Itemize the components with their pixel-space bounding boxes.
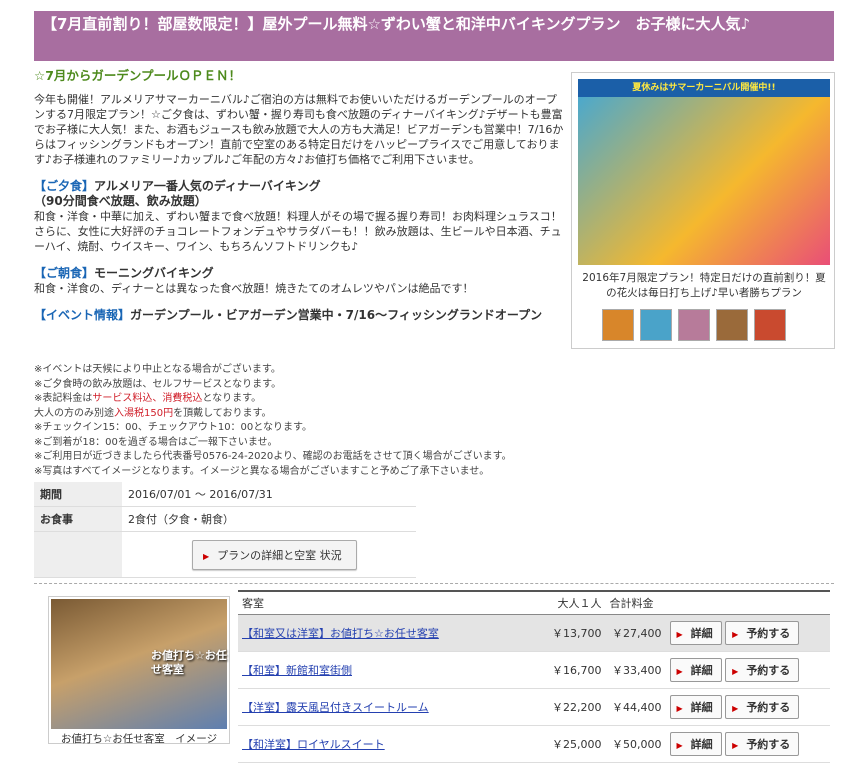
period-label: 期間 <box>34 482 122 507</box>
dinner-heading: アルメリア一番人気のディナーバイキング <box>94 179 321 193</box>
adult-price: ￥25,000 <box>548 725 606 763</box>
play-triangle-icon: ▶ <box>676 667 683 676</box>
detail-button[interactable]: ▶ 詳細 <box>669 732 722 756</box>
room-image-overlay: お値打ち☆お任せ客室 <box>151 649 227 676</box>
promo-thumbnails <box>602 309 786 341</box>
thumbnail[interactable] <box>716 309 748 341</box>
thumbnail[interactable] <box>602 309 634 341</box>
promo-panel: 夏休みはサマーカーニバル開催中!! 2016年7月限定プラン！特定日だけの直前割… <box>571 72 835 349</box>
meal-label: お食事 <box>34 506 122 532</box>
adult-price-header: 大人１人 <box>548 590 606 615</box>
event-heading: ガーデンプール・ビアガーデン営業中・7/16〜フィッシングランドオープン <box>130 308 543 322</box>
detail-button[interactable]: ▶ 詳細 <box>669 621 722 645</box>
room-table: 客室 大人１人 合計料金 【和室又は洋室】お値打ち☆お任せ客室 ￥13,700 … <box>238 590 830 763</box>
note-item: ※ご夕食時の飲み放題は、セルフサービスとなります。 <box>34 378 282 390</box>
play-triangle-icon: ▶ <box>732 741 739 750</box>
plan-detail-button[interactable]: ▶ プランの詳細と空室 状況 <box>192 539 357 570</box>
thumbnail[interactable] <box>754 309 786 341</box>
play-triangle-icon: ▶ <box>732 704 739 713</box>
promo-banner: 夏休みはサマーカーニバル開催中!! <box>578 79 830 97</box>
room-header: 客室 <box>238 590 548 615</box>
reserve-button[interactable]: ▶ 予約する <box>725 621 800 645</box>
play-triangle-icon: ▶ <box>203 551 210 561</box>
promo-image[interactable]: 夏休みはサマーカーニバル開催中!! <box>578 79 830 265</box>
thumbnail[interactable] <box>640 309 672 341</box>
room-link[interactable]: 【和室又は洋室】お値打ち☆お任せ客室 <box>242 627 439 640</box>
note-item: ※ご利用日が近づきましたら代表番号0576-24-2020より、確認のお電話をさ… <box>34 451 512 462</box>
note-item: ※ご到着が18：00を過ぎる場合はご一報下さいませ。 <box>34 436 278 448</box>
dinner-subheading: （90分間食べ放題、飲み放題） <box>34 194 207 208</box>
note-item: ※写真はすべてイメージとなります。イメージと異なる場合がございますこと予めご了承… <box>34 465 490 477</box>
breakfast-heading: モーニングバイキング <box>94 266 214 280</box>
room-image-panel: お値打ち☆お任せ客室 お値打ち☆お任せ客室 イメージ <box>48 596 230 745</box>
dinner-text: 和食・洋食・中華に加え、ずわい蟹まで食べ放題！料理人がその場で握る握り寿司！お肉… <box>34 210 562 253</box>
note-item: ※表記料金はサービス料込、消費税込となります。 <box>34 393 262 404</box>
play-triangle-icon: ▶ <box>676 630 683 639</box>
note-item: ※チェックイン15：00、チェックアウト10：00となります。 <box>34 422 312 433</box>
thumbnail[interactable] <box>678 309 710 341</box>
period-value: 2016/07/01 ～ 2016/07/31 <box>122 482 416 507</box>
reserve-button[interactable]: ▶ 予約する <box>725 658 800 682</box>
adult-price: ￥22,200 <box>548 688 606 726</box>
meal-value: 2食付（夕食・朝食） <box>122 506 416 532</box>
table-row: 【和室又は洋室】お値打ち☆お任せ客室 ￥13,700 ￥27,400 ▶ 詳細 ▶… <box>238 614 830 652</box>
room-link[interactable]: 【和洋室】ロイヤルスイート <box>242 738 385 751</box>
play-triangle-icon: ▶ <box>676 704 683 713</box>
play-triangle-icon: ▶ <box>732 667 739 676</box>
plan-subheading: ☆7月からガーデンプールＯＰＥＮ！ <box>34 68 242 83</box>
total-price-header: 合計料金 <box>605 590 666 615</box>
adult-price: ￥16,700 <box>548 651 606 689</box>
breakfast-label: 【ご朝食】 <box>34 266 95 280</box>
dinner-label: 【ご夕食】 <box>34 179 95 193</box>
promo-caption: 2016年7月限定プラン！特定日だけの直前割り！夏の花火は毎日打ち上げ♪早い者勝… <box>582 272 826 299</box>
note-item: ※イベントは天候により中止となる場合がございます。 <box>34 364 281 375</box>
plan-title: 【7月直前割り！部屋数限定！】屋外プール無料☆ずわい蟹と和洋中バイキングプラン … <box>34 11 834 61</box>
adult-price: ￥13,700 <box>548 614 606 652</box>
notes-list: ※イベントは天候により中止となる場合がございます。 ※ご夕食時の飲み放題は、セル… <box>34 363 574 479</box>
reserve-button[interactable]: ▶ 予約する <box>725 732 800 756</box>
detail-button[interactable]: ▶ 詳細 <box>669 695 722 719</box>
section-divider <box>34 583 834 584</box>
note-item: 大人の方のみ別途入湯税150円を頂戴しております。 <box>34 407 272 419</box>
table-row: 【洋室】露天風呂付きスイートルーム ￥22,200 ￥44,400 ▶ 詳細 ▶ 予… <box>238 688 830 726</box>
room-image[interactable]: お値打ち☆お任せ客室 <box>51 599 227 729</box>
room-image-caption: お値打ち☆お任せ客室 イメージ <box>60 733 218 745</box>
room-link[interactable]: 【洋室】露天風呂付きスイートルーム <box>242 701 429 714</box>
reserve-button[interactable]: ▶ 予約する <box>725 695 800 719</box>
event-section: 【イベント情報】ガーデンプール・ビアガーデン営業中・7/16〜フィッシングランド… <box>34 308 564 323</box>
play-triangle-icon: ▶ <box>732 630 739 639</box>
event-label: 【イベント情報】 <box>34 308 131 322</box>
plan-info-table: 期間 2016/07/01 ～ 2016/07/31 お食事 2食付（夕食・朝食… <box>34 482 416 578</box>
play-triangle-icon: ▶ <box>676 741 683 750</box>
intro-text: 今年も開催！アルメリアサマーカーニバル♪ご宿泊の方は無料でお使いいただけるガーデ… <box>34 93 564 166</box>
table-row: 【和洋室】ロイヤルスイート ￥25,000 ￥50,000 ▶ 詳細 ▶ 予約する <box>238 725 830 763</box>
total-price: ￥27,400 <box>605 614 666 652</box>
total-price: ￥33,400 <box>605 651 666 689</box>
plan-description: ☆7月からガーデンプールＯＰＥＮ！ 今年も開催！アルメリアサマーカーニバル♪ご宿… <box>34 68 564 323</box>
total-price: ￥44,400 <box>605 688 666 726</box>
table-row: 【和室】新館和室街側 ￥16,700 ￥33,400 ▶ 詳細 ▶ 予約する <box>238 651 830 689</box>
breakfast-text: 和食・洋食の、ディナーとは異なった食べ放題！焼きたてのオムレツやパンは絶品です！ <box>34 282 474 295</box>
dinner-section: 【ご夕食】アルメリア一番人気のディナーバイキング （90分間食べ放題、飲み放題）… <box>34 179 564 254</box>
total-price: ￥50,000 <box>605 725 666 763</box>
detail-button[interactable]: ▶ 詳細 <box>669 658 722 682</box>
breakfast-section: 【ご朝食】モーニングバイキング 和食・洋食の、ディナーとは異なった食べ放題！焼き… <box>34 266 564 296</box>
room-link[interactable]: 【和室】新館和室街側 <box>242 664 352 677</box>
